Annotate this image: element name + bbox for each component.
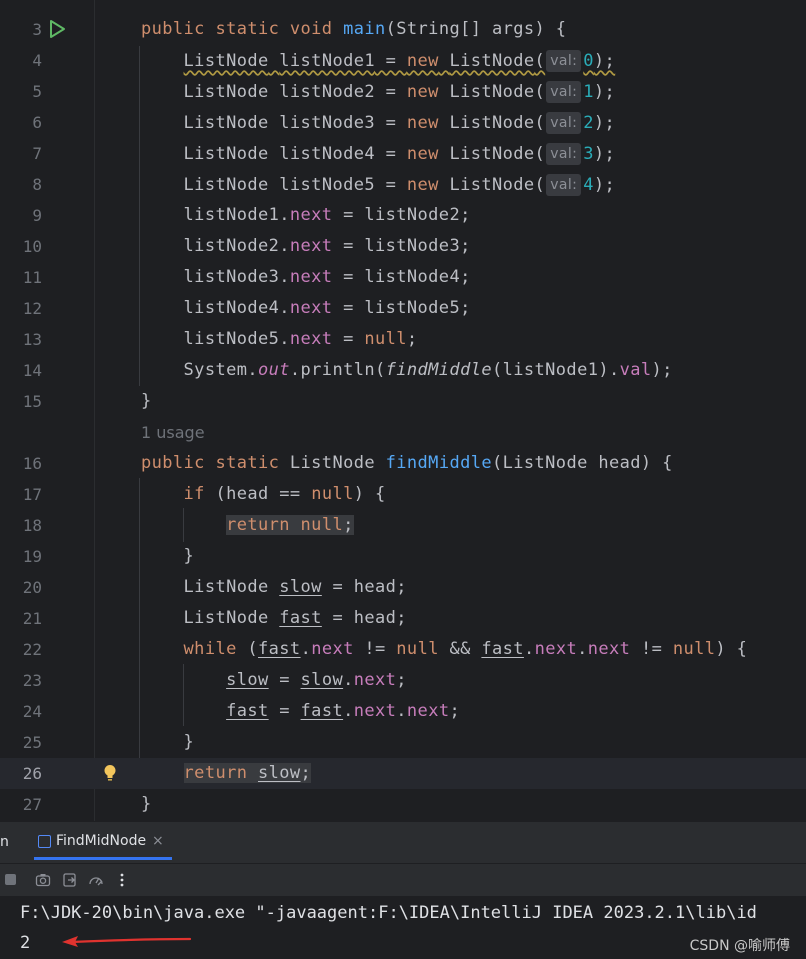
parameter-hint: val: bbox=[546, 81, 582, 103]
code-line[interactable]: 6 ListNode listNode3 = new ListNode(val:… bbox=[0, 107, 806, 138]
code-line[interactable]: 12 listNode4.next = listNode5; bbox=[0, 293, 806, 324]
line-number: 16 bbox=[22, 454, 42, 473]
line-number: 24 bbox=[22, 702, 42, 721]
code-line[interactable]: 14 System.out.println(findMiddle(listNod… bbox=[0, 355, 806, 386]
run-config-icon bbox=[38, 835, 51, 848]
code-line[interactable]: 17 if (head == null) { bbox=[0, 479, 806, 510]
line-number: 5 bbox=[32, 82, 42, 101]
code-line-current[interactable]: 26 return slow; bbox=[0, 758, 806, 789]
line-number: 25 bbox=[22, 733, 42, 752]
lightbulb-icon[interactable] bbox=[103, 764, 117, 782]
line-number: 11 bbox=[22, 268, 42, 287]
line-number: 13 bbox=[22, 330, 42, 349]
code-line[interactable]: 15 } bbox=[0, 386, 806, 417]
code-line[interactable]: 20 ListNode slow = head; bbox=[0, 572, 806, 603]
code-line[interactable]: 10 listNode2.next = listNode3; bbox=[0, 231, 806, 262]
code-line[interactable]: 5 ListNode listNode2 = new ListNode(val:… bbox=[0, 76, 806, 107]
code-line[interactable]: 22 while (fast.next != null && fast.next… bbox=[0, 634, 806, 665]
line-number: 26 bbox=[22, 764, 42, 783]
line-number: 8 bbox=[32, 175, 42, 194]
run-tab-label: FindMidNode bbox=[56, 833, 147, 849]
line-number: 19 bbox=[22, 547, 42, 566]
code-line[interactable]: 8 ListNode listNode5 = new ListNode(val:… bbox=[0, 169, 806, 200]
line-number: 18 bbox=[22, 516, 42, 535]
close-icon[interactable]: × bbox=[152, 833, 164, 849]
code-line[interactable]: 25 } bbox=[0, 727, 806, 758]
run-toolbar bbox=[0, 863, 806, 896]
code-line[interactable]: 13 listNode5.next = null; bbox=[0, 324, 806, 355]
code-line[interactable]: 16 public static ListNode findMiddle(Lis… bbox=[0, 448, 806, 479]
line-number: 21 bbox=[22, 609, 42, 628]
line-number: 15 bbox=[22, 392, 42, 411]
code-editor[interactable]: 3 public static void main(String[] args)… bbox=[0, 0, 806, 821]
camera-icon[interactable] bbox=[35, 872, 51, 888]
parameter-hint: val: bbox=[546, 143, 582, 165]
code-line[interactable]: 11 listNode3.next = listNode4; bbox=[0, 262, 806, 293]
red-arrow-annotation bbox=[62, 936, 192, 947]
code-line[interactable]: 27 } bbox=[0, 789, 806, 820]
line-number: 7 bbox=[32, 144, 42, 163]
line-number: 14 bbox=[22, 361, 42, 380]
usage-inlay-hint[interactable]: 1 usage bbox=[141, 423, 205, 442]
line-number: 12 bbox=[22, 299, 42, 318]
line-number: 4 bbox=[32, 51, 42, 70]
line-number: 9 bbox=[32, 206, 42, 225]
watermark: CSDN @喻师傅 bbox=[689, 938, 790, 954]
code-line[interactable]: 7 ListNode listNode4 = new ListNode(val:… bbox=[0, 138, 806, 169]
line-number: 23 bbox=[22, 671, 42, 690]
line-number: 20 bbox=[22, 578, 42, 597]
line-number: 10 bbox=[22, 237, 42, 256]
code-line[interactable]: 18 return null; bbox=[0, 510, 806, 541]
code-line[interactable]: 3 public static void main(String[] args)… bbox=[0, 14, 806, 45]
line-number: 6 bbox=[32, 113, 42, 132]
code-line[interactable]: 4 ListNode listNode1 = new ListNode(val:… bbox=[0, 45, 806, 76]
console-output-line: 2 bbox=[20, 933, 31, 953]
more-options-icon[interactable] bbox=[114, 872, 130, 888]
profiler-icon[interactable] bbox=[88, 872, 104, 888]
line-number: 3 bbox=[32, 20, 42, 39]
stop-icon[interactable] bbox=[4, 873, 17, 886]
code-line[interactable]: 9 listNode1.next = listNode2; bbox=[0, 200, 806, 231]
code-line[interactable]: 21 ListNode fast = head; bbox=[0, 603, 806, 634]
parameter-hint: val: bbox=[546, 174, 582, 196]
parameter-hint: val: bbox=[546, 112, 582, 134]
line-number: 22 bbox=[22, 640, 42, 659]
parameter-hint: val: bbox=[546, 50, 582, 72]
tool-window-title-fragment[interactable]: n bbox=[0, 834, 9, 850]
code-line[interactable]: 19 } bbox=[0, 541, 806, 572]
active-tab-indicator bbox=[34, 857, 172, 860]
code-line[interactable]: 24 fast = fast.next.next; bbox=[0, 696, 806, 727]
console-command-line: F:\JDK-20\bin\java.exe "-javaagent:F:\ID… bbox=[20, 903, 757, 923]
restore-layout-icon[interactable] bbox=[62, 872, 78, 888]
line-number: 27 bbox=[22, 795, 42, 814]
code-line[interactable]: 23 slow = slow.next; bbox=[0, 665, 806, 696]
line-number: 17 bbox=[22, 485, 42, 504]
